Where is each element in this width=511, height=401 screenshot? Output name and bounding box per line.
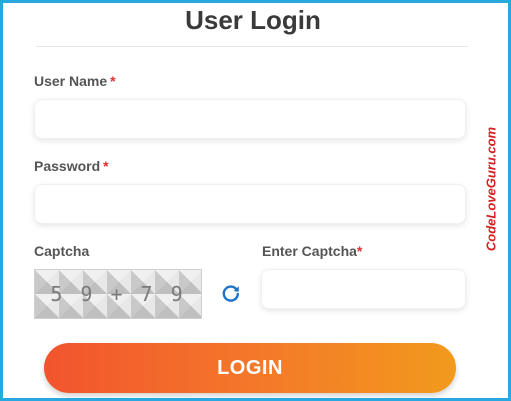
username-input[interactable] bbox=[34, 99, 466, 139]
required-marker: * bbox=[110, 73, 116, 89]
captcha-image: 5 9 + 7 9 bbox=[34, 269, 202, 319]
captcha-input[interactable] bbox=[261, 269, 466, 309]
captcha-code: 5 9 + 7 9 bbox=[50, 282, 186, 306]
page-title: User Login bbox=[185, 5, 321, 35]
username-label: User Name * bbox=[34, 73, 116, 89]
captcha-label-text: Captcha bbox=[34, 243, 90, 259]
refresh-icon[interactable] bbox=[221, 283, 241, 303]
login-panel: User Login User Name * Password * Captcha … bbox=[0, 0, 511, 401]
captcha-label: Captcha bbox=[34, 243, 89, 259]
required-marker: * bbox=[356, 243, 363, 259]
password-label-text: Password bbox=[34, 158, 101, 174]
password-input[interactable] bbox=[34, 184, 466, 224]
password-label: Password * bbox=[34, 158, 109, 174]
username-label-text: User Name bbox=[34, 73, 108, 89]
required-marker: * bbox=[103, 158, 109, 174]
watermark-text: CodeLoveGuru.com bbox=[483, 126, 499, 252]
enter-captcha-label: Enter Captcha* bbox=[262, 243, 362, 259]
login-button[interactable]: LOGIN bbox=[44, 343, 456, 393]
title-divider bbox=[36, 46, 468, 47]
enter-captcha-label-text: Enter Captcha bbox=[262, 243, 357, 259]
